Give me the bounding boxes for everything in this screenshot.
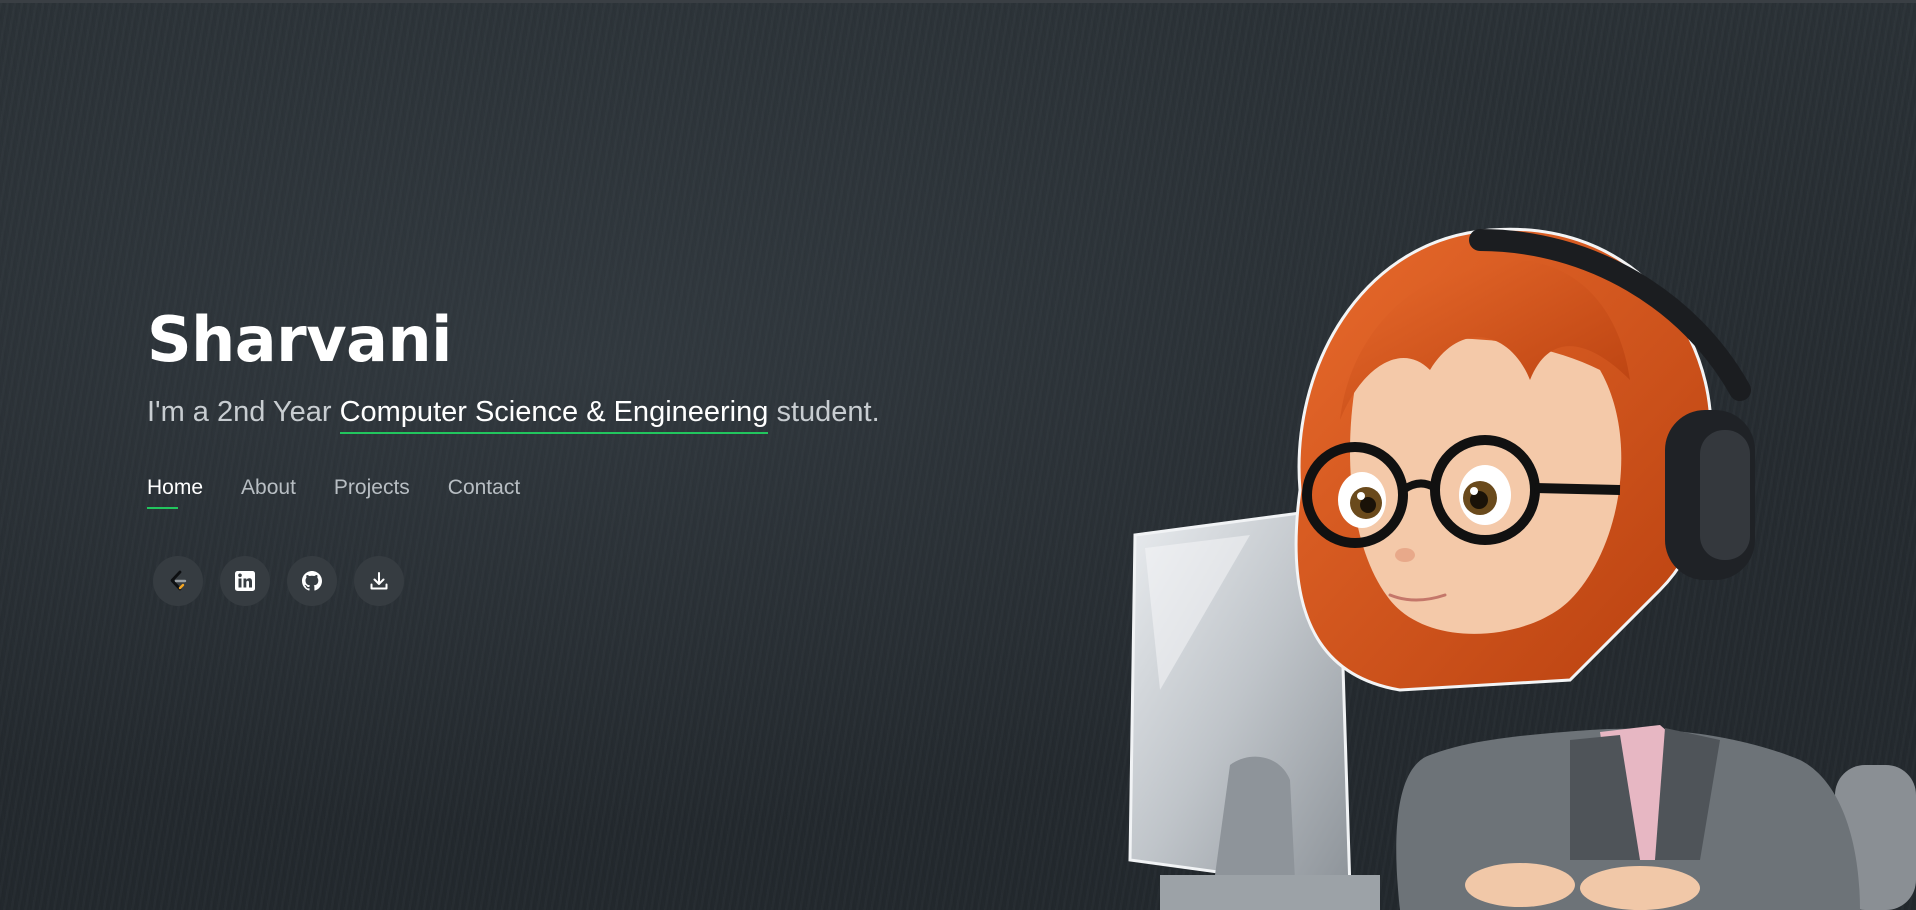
tagline-prefix: I'm a 2nd Year [147, 396, 340, 428]
hero-section: Sharvani I'm a 2nd Year Computer Science… [147, 300, 880, 434]
nav-contact[interactable]: Contact [448, 476, 520, 500]
top-border [0, 0, 1916, 3]
linkedin-button[interactable] [220, 556, 270, 606]
github-icon [302, 571, 322, 591]
download-resume-button[interactable] [354, 556, 404, 606]
hero-name: Sharvani [147, 303, 452, 376]
nav-projects[interactable]: Projects [334, 476, 410, 500]
nav-home[interactable]: Home [147, 476, 203, 509]
girl-at-computer-illustration [1128, 227, 1916, 910]
main-nav: Home About Projects Contact [147, 476, 520, 509]
download-icon [370, 572, 388, 590]
social-links [153, 556, 404, 606]
leetcode-icon [170, 570, 187, 591]
github-button[interactable] [287, 556, 337, 606]
tagline-highlight: Computer Science & Engineering [339, 396, 769, 434]
leetcode-button[interactable] [153, 556, 203, 606]
tagline-suffix: student. [768, 396, 880, 428]
linkedin-icon [235, 571, 255, 591]
hero-tagline: I'm a 2nd Year Computer Science & Engine… [147, 396, 880, 434]
nav-about[interactable]: About [241, 476, 296, 500]
